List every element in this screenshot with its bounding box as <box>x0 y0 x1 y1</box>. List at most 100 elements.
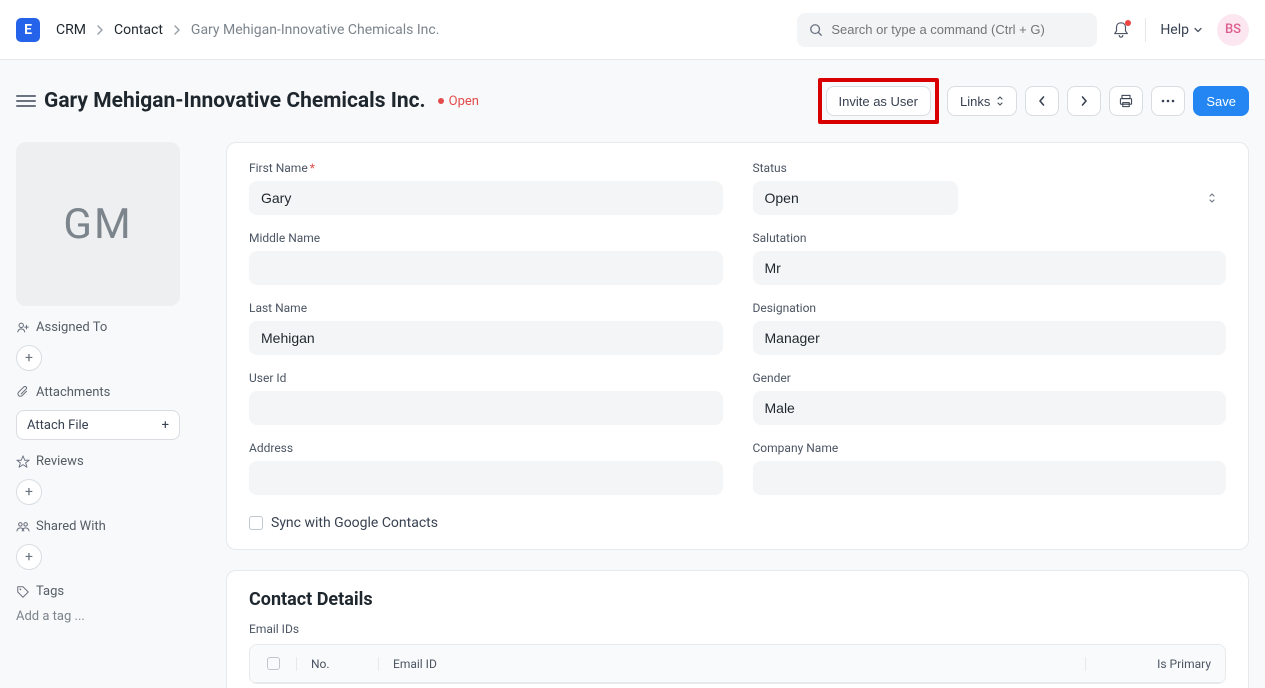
add-shared-button[interactable]: + <box>16 544 42 570</box>
email-ids-label: Email IDs <box>249 622 1226 636</box>
links-button[interactable]: Links <box>947 86 1017 116</box>
first-name-field: First Name* <box>249 161 723 215</box>
status-badge: Open <box>438 94 479 109</box>
breadcrumb: CRM Contact Gary Mehigan-Innovative Chem… <box>56 22 439 38</box>
select-chevrons-icon <box>1208 192 1216 204</box>
company-name-input[interactable] <box>753 461 1227 495</box>
address-field: Address <box>249 441 723 495</box>
topbar: E CRM Contact Gary Mehigan-Innovative Ch… <box>0 0 1265 60</box>
salutation-input[interactable] <box>753 251 1227 285</box>
add-review-button[interactable]: + <box>16 479 42 505</box>
reviews-text: Reviews <box>36 454 84 469</box>
last-name-label: Last Name <box>249 301 723 315</box>
status-select[interactable] <box>753 181 1227 215</box>
designation-input[interactable] <box>753 321 1227 355</box>
body-layout: GM Assigned To + Attachments Attach File… <box>0 142 1265 688</box>
user-id-input[interactable] <box>249 391 723 425</box>
first-name-input[interactable] <box>249 181 723 215</box>
table-no-col: No. <box>296 657 378 671</box>
status-text: Open <box>449 94 479 109</box>
sync-google-checkbox[interactable] <box>249 516 263 530</box>
breadcrumb-current: Gary Mehigan-Innovative Chemicals Inc. <box>191 22 440 38</box>
titlebar: Gary Mehigan-Innovative Chemicals Inc. O… <box>0 60 1265 142</box>
add-assigned-button[interactable]: + <box>16 345 42 371</box>
tags-group: Tags Add a tag ... <box>16 584 180 624</box>
save-button[interactable]: Save <box>1193 86 1249 116</box>
contact-details-title: Contact Details <box>249 589 1226 610</box>
table-checkbox-col[interactable] <box>250 657 296 670</box>
chevron-right-icon <box>173 25 181 35</box>
last-name-input[interactable] <box>249 321 723 355</box>
star-icon <box>16 455 30 469</box>
help-label: Help <box>1160 22 1189 38</box>
breadcrumb-section[interactable]: Contact <box>114 22 163 38</box>
assigned-to-text: Assigned To <box>36 320 107 335</box>
first-name-label-text: First Name <box>249 161 308 175</box>
sync-google-row[interactable]: Sync with Google Contacts <box>249 515 1226 531</box>
first-name-label: First Name* <box>249 161 723 175</box>
tags-text: Tags <box>36 584 64 599</box>
chevron-right-icon <box>1079 95 1089 107</box>
company-name-field: Company Name <box>753 441 1227 495</box>
help-menu[interactable]: Help <box>1160 22 1203 38</box>
notification-dot-icon <box>1125 20 1131 26</box>
search-input-container[interactable] <box>797 13 1097 47</box>
sort-icon <box>996 95 1004 107</box>
print-button[interactable] <box>1109 86 1143 116</box>
search-input[interactable] <box>831 22 1085 37</box>
search-icon <box>809 23 823 37</box>
salutation-label: Salutation <box>753 231 1227 245</box>
topbar-right: Help BS <box>797 13 1249 47</box>
assigned-to-group: Assigned To + <box>16 320 180 371</box>
form-grid: First Name* Status Middle Nam <box>249 161 1226 531</box>
invite-as-user-button[interactable]: Invite as User <box>826 86 931 116</box>
designation-label: Designation <box>753 301 1227 315</box>
add-tag-input[interactable]: Add a tag ... <box>16 609 180 624</box>
address-input[interactable] <box>249 461 723 495</box>
user-avatar[interactable]: BS <box>1217 14 1249 46</box>
last-name-field: Last Name <box>249 301 723 355</box>
email-table-head: No. Email ID Is Primary <box>250 645 1225 683</box>
designation-field: Designation <box>753 301 1227 355</box>
sidebar: GM Assigned To + Attachments Attach File… <box>0 142 196 688</box>
next-button[interactable] <box>1067 86 1101 116</box>
shared-with-group: Shared With + <box>16 519 180 570</box>
paperclip-icon <box>16 386 30 400</box>
sync-google-label: Sync with Google Contacts <box>271 515 438 531</box>
company-name-label: Company Name <box>753 441 1227 455</box>
table-select-all-checkbox[interactable] <box>267 657 280 670</box>
gender-input[interactable] <box>753 391 1227 425</box>
hamburger-icon[interactable] <box>16 91 36 111</box>
salutation-field: Salutation <box>753 231 1227 285</box>
contact-details-card: Contact Details Email IDs No. Email ID I… <box>226 570 1249 688</box>
reviews-group: Reviews + <box>16 454 180 505</box>
attach-file-button[interactable]: Attach File + <box>16 410 180 440</box>
middle-name-input[interactable] <box>249 251 723 285</box>
attachments-group: Attachments Attach File + <box>16 385 180 440</box>
table-email-col: Email ID <box>378 657 1085 671</box>
prev-button[interactable] <box>1025 86 1059 116</box>
shared-with-label: Shared With <box>16 519 180 534</box>
notifications-icon[interactable] <box>1111 20 1131 40</box>
plus-icon: + <box>162 418 169 433</box>
reviews-label: Reviews <box>16 454 180 469</box>
assigned-to-label: Assigned To <box>16 320 180 335</box>
gender-label: Gender <box>753 371 1227 385</box>
user-id-label: User Id <box>249 371 723 385</box>
address-label: Address <box>249 441 723 455</box>
status-field: Status <box>753 161 1227 215</box>
attachments-text: Attachments <box>36 385 110 400</box>
status-input[interactable] <box>753 181 958 215</box>
attach-file-label: Attach File <box>27 418 89 433</box>
status-label: Status <box>753 161 1227 175</box>
users-icon <box>16 520 30 534</box>
app-logo[interactable]: E <box>16 18 40 42</box>
breadcrumb-root[interactable]: CRM <box>56 22 86 38</box>
more-button[interactable] <box>1151 86 1185 116</box>
middle-name-label: Middle Name <box>249 231 723 245</box>
attachments-label: Attachments <box>16 385 180 400</box>
content-region: Gary Mehigan-Innovative Chemicals Inc. O… <box>0 60 1265 688</box>
vertical-divider <box>1145 18 1146 42</box>
required-icon: * <box>310 161 315 175</box>
contact-avatar[interactable]: GM <box>16 142 180 306</box>
